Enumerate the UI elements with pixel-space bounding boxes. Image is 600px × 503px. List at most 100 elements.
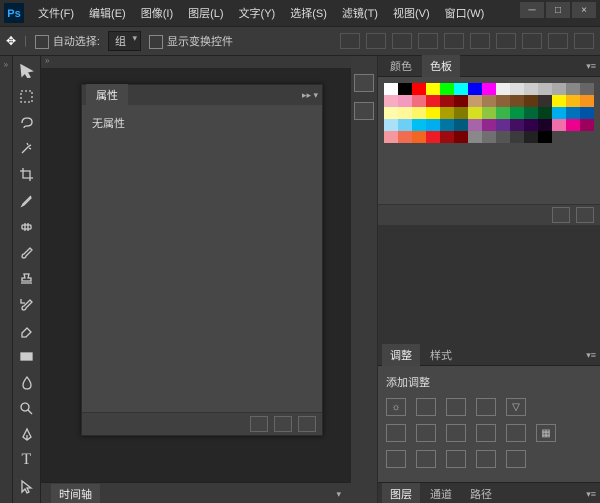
swatch[interactable] bbox=[524, 107, 538, 119]
swatch[interactable] bbox=[398, 131, 412, 143]
swatch[interactable] bbox=[384, 119, 398, 131]
swatch[interactable] bbox=[496, 95, 510, 107]
blur-tool[interactable] bbox=[15, 372, 37, 392]
align-icon[interactable] bbox=[548, 33, 568, 49]
align-icon[interactable] bbox=[418, 33, 438, 49]
swatch[interactable] bbox=[566, 83, 580, 95]
swatch[interactable] bbox=[510, 95, 524, 107]
swatch[interactable] bbox=[510, 131, 524, 143]
swatch[interactable] bbox=[454, 119, 468, 131]
gradient-map-icon[interactable] bbox=[476, 450, 496, 468]
channels-tab[interactable]: 通道 bbox=[422, 483, 460, 503]
swatch[interactable] bbox=[440, 95, 454, 107]
swatch[interactable] bbox=[454, 83, 468, 95]
swatch[interactable] bbox=[398, 95, 412, 107]
swatch[interactable] bbox=[496, 119, 510, 131]
collapse-icon[interactable]: ▸▸ ▾ bbox=[302, 90, 318, 101]
heal-tool[interactable] bbox=[15, 216, 37, 236]
swatch[interactable] bbox=[580, 119, 594, 131]
menu-select[interactable]: 选择(S) bbox=[284, 2, 333, 24]
panel-footer-icon[interactable] bbox=[274, 416, 292, 432]
swatch[interactable] bbox=[384, 131, 398, 143]
invert-icon[interactable] bbox=[386, 450, 406, 468]
panel-menu-icon[interactable]: ▾≡ bbox=[586, 61, 596, 72]
layers-tab[interactable]: 图层 bbox=[382, 483, 420, 503]
swatch[interactable] bbox=[454, 95, 468, 107]
hue-icon[interactable] bbox=[386, 424, 406, 442]
swatch[interactable] bbox=[412, 119, 426, 131]
swatch[interactable] bbox=[510, 107, 524, 119]
swatch[interactable] bbox=[538, 131, 552, 143]
swatch[interactable] bbox=[398, 107, 412, 119]
swatch[interactable] bbox=[412, 83, 426, 95]
panel-menu-icon[interactable]: ▾≡ bbox=[586, 489, 596, 500]
swatch[interactable] bbox=[482, 131, 496, 143]
swatch[interactable] bbox=[510, 83, 524, 95]
swatch[interactable] bbox=[384, 95, 398, 107]
swatch[interactable] bbox=[524, 83, 538, 95]
swatch[interactable] bbox=[440, 83, 454, 95]
swatch[interactable] bbox=[524, 95, 538, 107]
swatch[interactable] bbox=[398, 119, 412, 131]
menu-layer[interactable]: 图层(L) bbox=[182, 2, 229, 24]
trash-icon[interactable] bbox=[298, 416, 316, 432]
align-icon[interactable] bbox=[444, 33, 464, 49]
swatch[interactable] bbox=[468, 119, 482, 131]
maximize-button[interactable]: □ bbox=[546, 2, 570, 18]
swatch[interactable] bbox=[468, 107, 482, 119]
panel-menu-icon[interactable]: ▾ bbox=[336, 489, 341, 500]
menu-file[interactable]: 文件(F) bbox=[32, 2, 80, 24]
swatch[interactable] bbox=[398, 83, 412, 95]
paths-tab[interactable]: 路径 bbox=[462, 483, 500, 503]
swatch[interactable] bbox=[566, 107, 580, 119]
swatch[interactable] bbox=[538, 83, 552, 95]
menu-filter[interactable]: 滤镜(T) bbox=[336, 2, 384, 24]
menu-image[interactable]: 图像(I) bbox=[135, 2, 179, 24]
swatch[interactable] bbox=[510, 119, 524, 131]
eraser-tool[interactable] bbox=[15, 320, 37, 340]
dodge-tool[interactable] bbox=[15, 398, 37, 418]
swatch[interactable] bbox=[426, 119, 440, 131]
align-icon[interactable] bbox=[470, 33, 490, 49]
photo-filter-icon[interactable] bbox=[476, 424, 496, 442]
swatch[interactable] bbox=[440, 119, 454, 131]
swatch[interactable] bbox=[468, 95, 482, 107]
menu-window[interactable]: 窗口(W) bbox=[439, 2, 491, 24]
swatch[interactable] bbox=[538, 119, 552, 131]
panel-menu-icon[interactable]: ▾≡ bbox=[586, 350, 596, 361]
lut-icon[interactable]: ▦ bbox=[536, 424, 556, 442]
swatch[interactable] bbox=[384, 107, 398, 119]
swatch[interactable] bbox=[482, 95, 496, 107]
brush-tool[interactable] bbox=[15, 242, 37, 262]
swatch[interactable] bbox=[482, 83, 496, 95]
swatch[interactable] bbox=[524, 119, 538, 131]
group-select[interactable]: 组 bbox=[108, 31, 141, 51]
swatch[interactable] bbox=[412, 107, 426, 119]
swatch[interactable] bbox=[412, 131, 426, 143]
checkbox-icon[interactable] bbox=[149, 35, 163, 49]
swatch[interactable] bbox=[482, 107, 496, 119]
wand-tool[interactable] bbox=[15, 138, 37, 158]
gradient-tool[interactable] bbox=[15, 346, 37, 366]
marquee-tool[interactable] bbox=[15, 86, 37, 106]
swatch[interactable] bbox=[482, 119, 496, 131]
stamp-tool[interactable] bbox=[15, 268, 37, 288]
levels-icon[interactable] bbox=[416, 398, 436, 416]
close-button[interactable]: × bbox=[572, 2, 596, 18]
adjustments-tab[interactable]: 调整 bbox=[382, 344, 420, 366]
swatches-tab[interactable]: 色板 bbox=[422, 55, 460, 77]
mid-dock-stub[interactable]: » bbox=[41, 56, 351, 68]
type-tool[interactable]: T bbox=[15, 450, 37, 470]
swatch[interactable] bbox=[552, 83, 566, 95]
swatch[interactable] bbox=[524, 131, 538, 143]
align-icon[interactable] bbox=[366, 33, 386, 49]
align-icon[interactable] bbox=[496, 33, 516, 49]
bw-icon[interactable] bbox=[446, 424, 466, 442]
swatch[interactable] bbox=[426, 83, 440, 95]
checkbox-icon[interactable] bbox=[35, 35, 49, 49]
swatch[interactable] bbox=[580, 83, 594, 95]
swatch[interactable] bbox=[552, 107, 566, 119]
auto-select-option[interactable]: 自动选择: bbox=[35, 33, 100, 49]
history-brush-tool[interactable] bbox=[15, 294, 37, 314]
menu-edit[interactable]: 编辑(E) bbox=[83, 2, 132, 24]
